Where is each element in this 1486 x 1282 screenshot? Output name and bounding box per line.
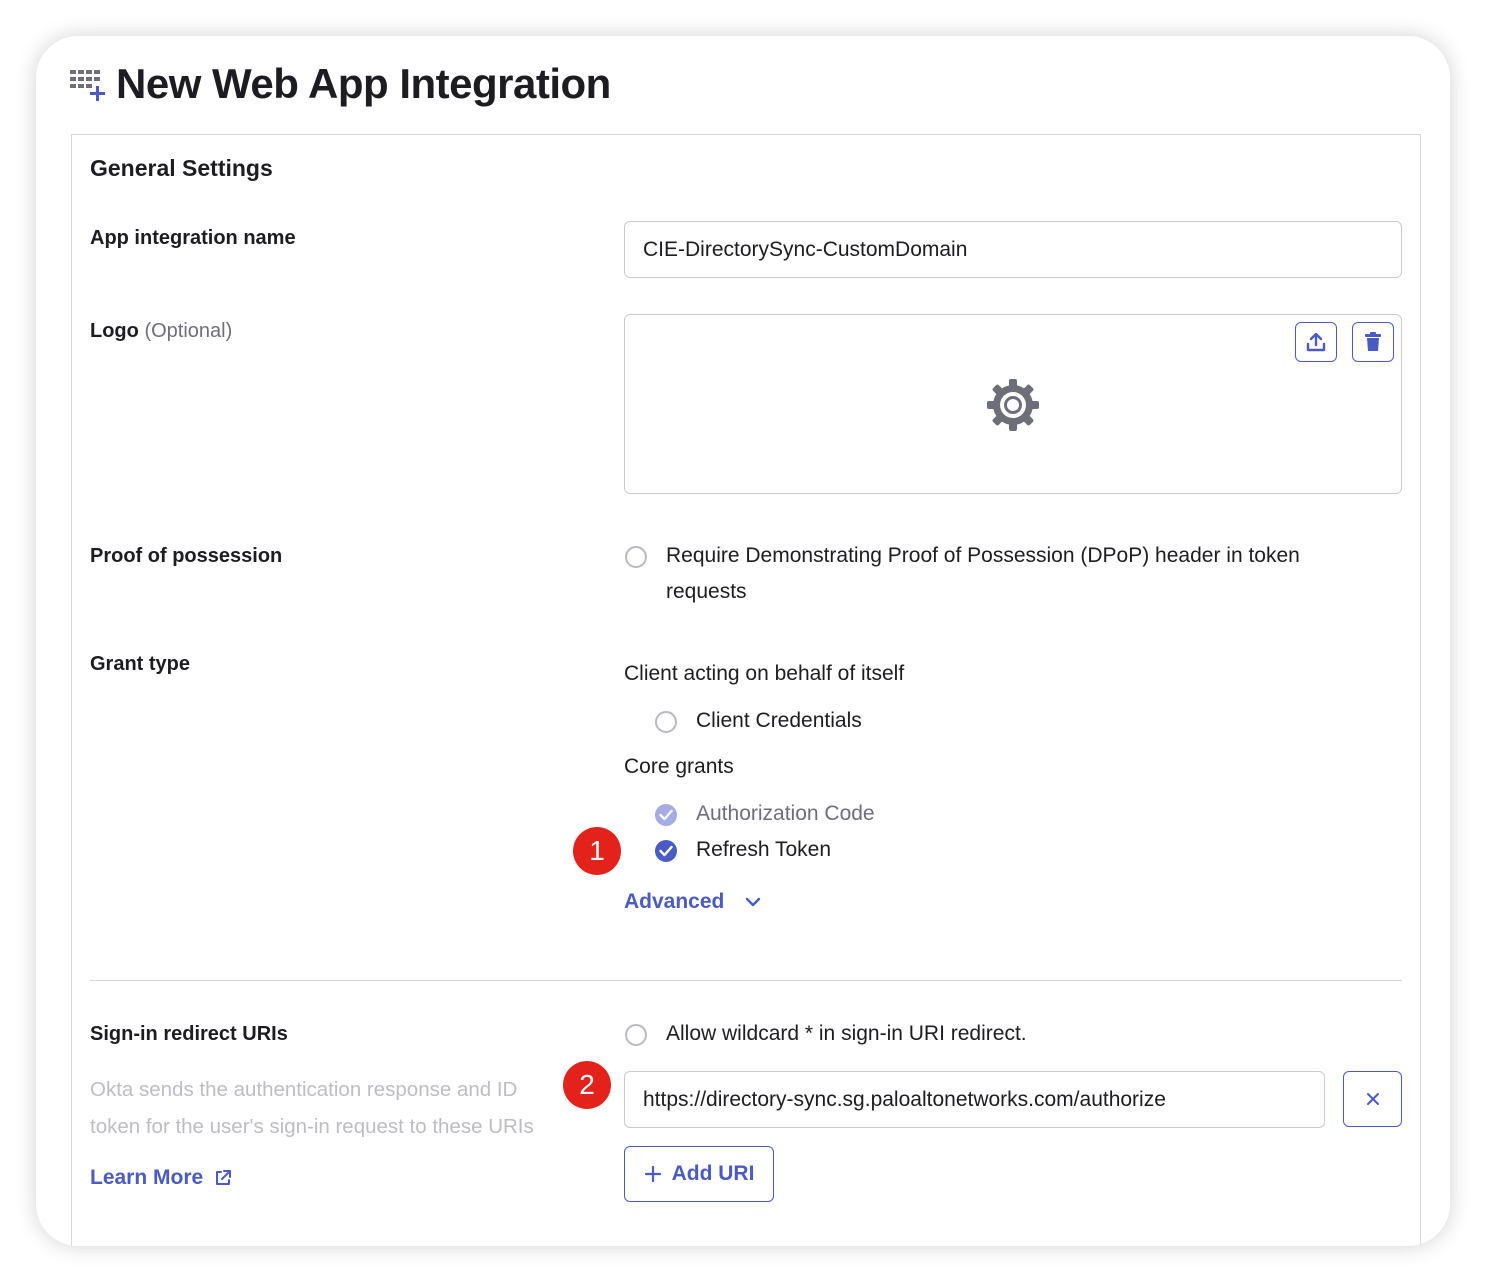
general-settings-panel: General Settings App integration name Lo… [71, 134, 1421, 1246]
logo-optional-text: (Optional) [144, 320, 233, 342]
client-group-label: Client acting on behalf of itself [624, 662, 905, 685]
chevron-down-icon [746, 897, 761, 907]
client-credentials-checkbox[interactable] [655, 711, 677, 733]
external-link-icon [216, 1170, 232, 1185]
check-icon [659, 845, 673, 857]
page-title: New Web App Integration [116, 60, 611, 107]
redirect-help-text: Okta sends the authentication response a… [90, 1071, 590, 1145]
upload-logo-button[interactable] [1295, 322, 1337, 362]
dialog-card: New Web App Integration General Settings… [36, 36, 1450, 1246]
logo-label: Logo (Optional) [90, 320, 232, 343]
annotation-badge-2: 2 [563, 1061, 611, 1109]
dpop-checkbox-label-line1: Require Demonstrating Proof of Possessio… [666, 544, 1300, 567]
section-divider [90, 980, 1402, 981]
redirect-uri-input[interactable] [624, 1071, 1325, 1128]
learn-more-link[interactable]: Learn More [90, 1166, 233, 1190]
close-icon [1366, 1093, 1379, 1105]
wildcard-checkbox[interactable] [625, 1024, 647, 1046]
client-credentials-label: Client Credentials [696, 709, 862, 732]
grid-plus-icon [70, 70, 105, 101]
upload-icon [1306, 332, 1326, 352]
core-grants-label: Core grants [624, 755, 734, 778]
delete-logo-button[interactable] [1352, 322, 1394, 362]
app-name-input[interactable] [624, 221, 1402, 278]
remove-uri-button[interactable] [1343, 1071, 1402, 1127]
gear-icon [987, 379, 1039, 431]
logo-dropzone[interactable] [624, 314, 1402, 494]
app-name-label: App integration name [90, 227, 296, 249]
authorization-code-checkbox [655, 804, 677, 826]
trash-icon [1365, 332, 1381, 351]
refresh-token-label: Refresh Token [696, 838, 832, 861]
dpop-checkbox[interactable] [625, 546, 647, 568]
logo-label-text: Logo [90, 320, 139, 342]
authorization-code-label: Authorization Code [696, 802, 875, 825]
add-uri-button[interactable]: Add URI [624, 1146, 774, 1202]
section-title: General Settings [90, 155, 273, 181]
advanced-toggle[interactable]: Advanced [624, 890, 762, 914]
add-uri-label: Add URI [671, 1162, 755, 1185]
plus-icon [644, 1165, 661, 1183]
title-row: New Web App Integration [70, 60, 611, 108]
redirect-uris-label: Sign-in redirect URIs [90, 1023, 288, 1045]
grant-type-label: Grant type [90, 653, 191, 675]
learn-more-label: Learn More [90, 1166, 204, 1189]
refresh-token-checkbox[interactable] [655, 840, 677, 862]
check-icon [659, 809, 673, 821]
wildcard-label: Allow wildcard * in sign-in URI redirect… [666, 1022, 1027, 1045]
advanced-label: Advanced [624, 890, 725, 913]
redirect-help-line1: Okta sends the authentication response a… [90, 1078, 518, 1101]
annotation-badge-1: 1 [573, 827, 621, 875]
dpop-checkbox-label-line2: requests [666, 580, 747, 603]
redirect-help-line2: token for the user's sign-in request to … [90, 1115, 534, 1138]
pop-label: Proof of possession [90, 545, 283, 567]
